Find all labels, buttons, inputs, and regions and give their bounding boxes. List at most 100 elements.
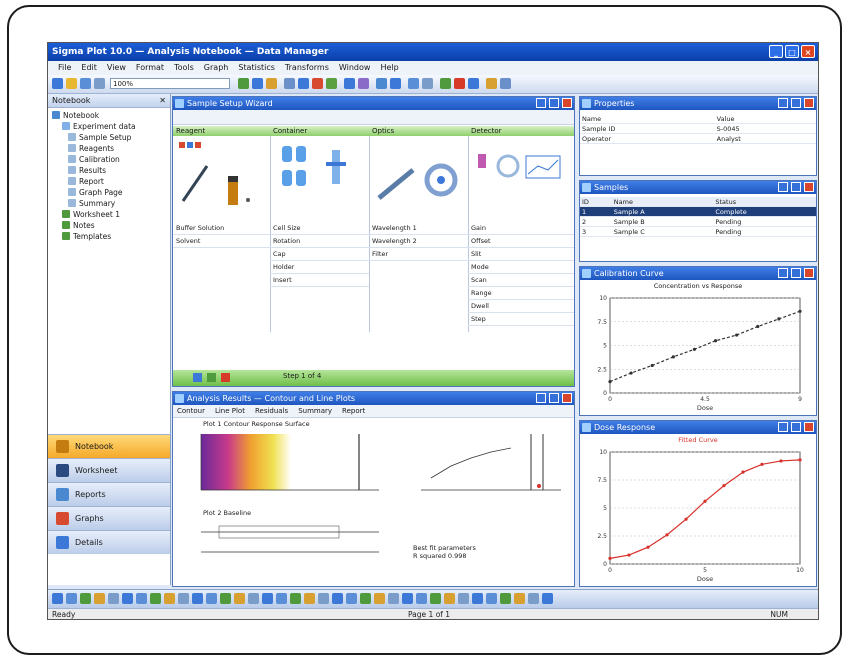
minimize-button[interactable]: _ xyxy=(769,45,783,58)
copy-icon[interactable] xyxy=(252,78,263,89)
plot-icon[interactable] xyxy=(312,78,323,89)
toolbar-tool-icon[interactable] xyxy=(66,593,77,604)
table-icon[interactable] xyxy=(284,78,295,89)
close-button[interactable] xyxy=(562,98,572,108)
menu-format[interactable]: Format xyxy=(136,61,164,75)
menu-window[interactable]: Window xyxy=(339,61,371,75)
tab-line-plot[interactable]: Line Plot xyxy=(215,405,245,417)
minimize-button[interactable] xyxy=(536,98,546,108)
minimize-button[interactable] xyxy=(536,393,546,403)
tree-item[interactable]: Results xyxy=(52,165,166,176)
refresh-icon[interactable] xyxy=(468,78,479,89)
toolbar-tool-icon[interactable] xyxy=(108,593,119,604)
nav-notebook-button[interactable]: Notebook xyxy=(48,434,170,458)
tree-item[interactable]: Summary xyxy=(52,198,166,209)
close-button[interactable] xyxy=(804,268,814,278)
tree-item[interactable]: Sample Setup xyxy=(52,132,166,143)
menu-view[interactable]: View xyxy=(107,61,126,75)
nav-details-button[interactable]: Details xyxy=(48,530,170,554)
toolbar-tool-icon[interactable] xyxy=(122,593,133,604)
toolbar-tool-icon[interactable] xyxy=(248,593,259,604)
stop-icon[interactable] xyxy=(422,78,433,89)
zoom-select[interactable]: 100% xyxy=(110,78,230,89)
tree-item[interactable]: Notes xyxy=(52,220,166,231)
tab-contour[interactable]: Contour xyxy=(177,405,205,417)
table-row[interactable]: 3 Sample C Pending xyxy=(580,226,816,237)
toolbar-tool-icon[interactable] xyxy=(136,593,147,604)
form-row[interactable]: Mode xyxy=(468,261,574,274)
close-button[interactable] xyxy=(562,393,572,403)
record-icon[interactable] xyxy=(454,78,465,89)
toolbar-tool-icon[interactable] xyxy=(318,593,329,604)
menu-statistics[interactable]: Statistics xyxy=(238,61,275,75)
tree-item[interactable]: Worksheet 1 xyxy=(52,209,166,220)
toolbar-tool-icon[interactable] xyxy=(94,593,105,604)
form-row[interactable]: Wavelength 1 xyxy=(369,222,468,235)
stats-icon[interactable] xyxy=(358,78,369,89)
tree-item[interactable]: Calibration xyxy=(52,154,166,165)
open-icon[interactable] xyxy=(66,78,77,89)
table-row[interactable]: 1 Sample A Complete xyxy=(580,206,816,217)
tab-report[interactable]: Report xyxy=(342,405,365,417)
save-icon[interactable] xyxy=(80,78,91,89)
cancel-icon[interactable] xyxy=(221,373,230,382)
toolbar-tool-icon[interactable] xyxy=(458,593,469,604)
toolbar-tool-icon[interactable] xyxy=(528,593,539,604)
form-row[interactable]: Wavelength 2 xyxy=(369,235,468,248)
minimize-button[interactable] xyxy=(778,182,788,192)
toolbar-tool-icon[interactable] xyxy=(150,593,161,604)
tree-item[interactable]: Templates xyxy=(52,231,166,242)
form-row[interactable]: Cap xyxy=(270,248,369,261)
form-row[interactable]: Scan xyxy=(468,274,574,287)
tree-item[interactable]: Graph Page xyxy=(52,187,166,198)
tab-summary[interactable]: Summary xyxy=(298,405,332,417)
maximize-button[interactable] xyxy=(791,422,801,432)
nav-worksheet-button[interactable]: Worksheet xyxy=(48,458,170,482)
toolbar-tool-icon[interactable] xyxy=(234,593,245,604)
menu-graph[interactable]: Graph xyxy=(204,61,229,75)
form-row[interactable]: Solvent xyxy=(173,235,270,248)
toolbar-tool-icon[interactable] xyxy=(164,593,175,604)
maximize-button[interactable] xyxy=(549,98,559,108)
toolbar-tool-icon[interactable] xyxy=(262,593,273,604)
toolbar-tool-icon[interactable] xyxy=(500,593,511,604)
transform-icon[interactable] xyxy=(376,78,387,89)
toolbar-tool-icon[interactable] xyxy=(290,593,301,604)
minimize-button[interactable] xyxy=(778,98,788,108)
toolbar-tool-icon[interactable] xyxy=(444,593,455,604)
cut-icon[interactable] xyxy=(238,78,249,89)
new-icon[interactable] xyxy=(52,78,63,89)
run-icon[interactable] xyxy=(408,78,419,89)
nav-graphs-button[interactable]: Graphs xyxy=(48,506,170,530)
form-row[interactable]: Filter xyxy=(369,248,468,261)
toolbar-tool-icon[interactable] xyxy=(276,593,287,604)
maximize-button[interactable] xyxy=(549,393,559,403)
tab-residuals[interactable]: Residuals xyxy=(255,405,288,417)
menu-help[interactable]: Help xyxy=(380,61,398,75)
form-row[interactable]: Offset xyxy=(468,235,574,248)
toolbar-tool-icon[interactable] xyxy=(388,593,399,604)
close-button[interactable] xyxy=(804,422,814,432)
pane-close-icon[interactable]: ✕ xyxy=(159,94,166,107)
report-icon[interactable] xyxy=(344,78,355,89)
maximize-button[interactable] xyxy=(791,182,801,192)
toolbar-tool-icon[interactable] xyxy=(486,593,497,604)
toolbar-tool-icon[interactable] xyxy=(402,593,413,604)
form-row[interactable]: Range xyxy=(468,287,574,300)
toolbar-tool-icon[interactable] xyxy=(542,593,553,604)
tree-item[interactable]: Reagents xyxy=(52,143,166,154)
toolbar-tool-icon[interactable] xyxy=(472,593,483,604)
tree-item[interactable]: Experiment data xyxy=(52,121,166,132)
maximize-button[interactable] xyxy=(791,268,801,278)
form-row[interactable]: Rotation xyxy=(270,235,369,248)
toolbar-tool-icon[interactable] xyxy=(304,593,315,604)
toolbar-tool-icon[interactable] xyxy=(80,593,91,604)
toolbar-tool-icon[interactable] xyxy=(374,593,385,604)
form-row[interactable]: Dwell xyxy=(468,300,574,313)
form-row[interactable]: Gain xyxy=(468,222,574,235)
maximize-button[interactable]: □ xyxy=(785,45,799,58)
menu-transforms[interactable]: Transforms xyxy=(285,61,329,75)
form-row[interactable]: Insert xyxy=(270,274,369,287)
form-row[interactable]: Slit xyxy=(468,248,574,261)
toolbar-tool-icon[interactable] xyxy=(220,593,231,604)
